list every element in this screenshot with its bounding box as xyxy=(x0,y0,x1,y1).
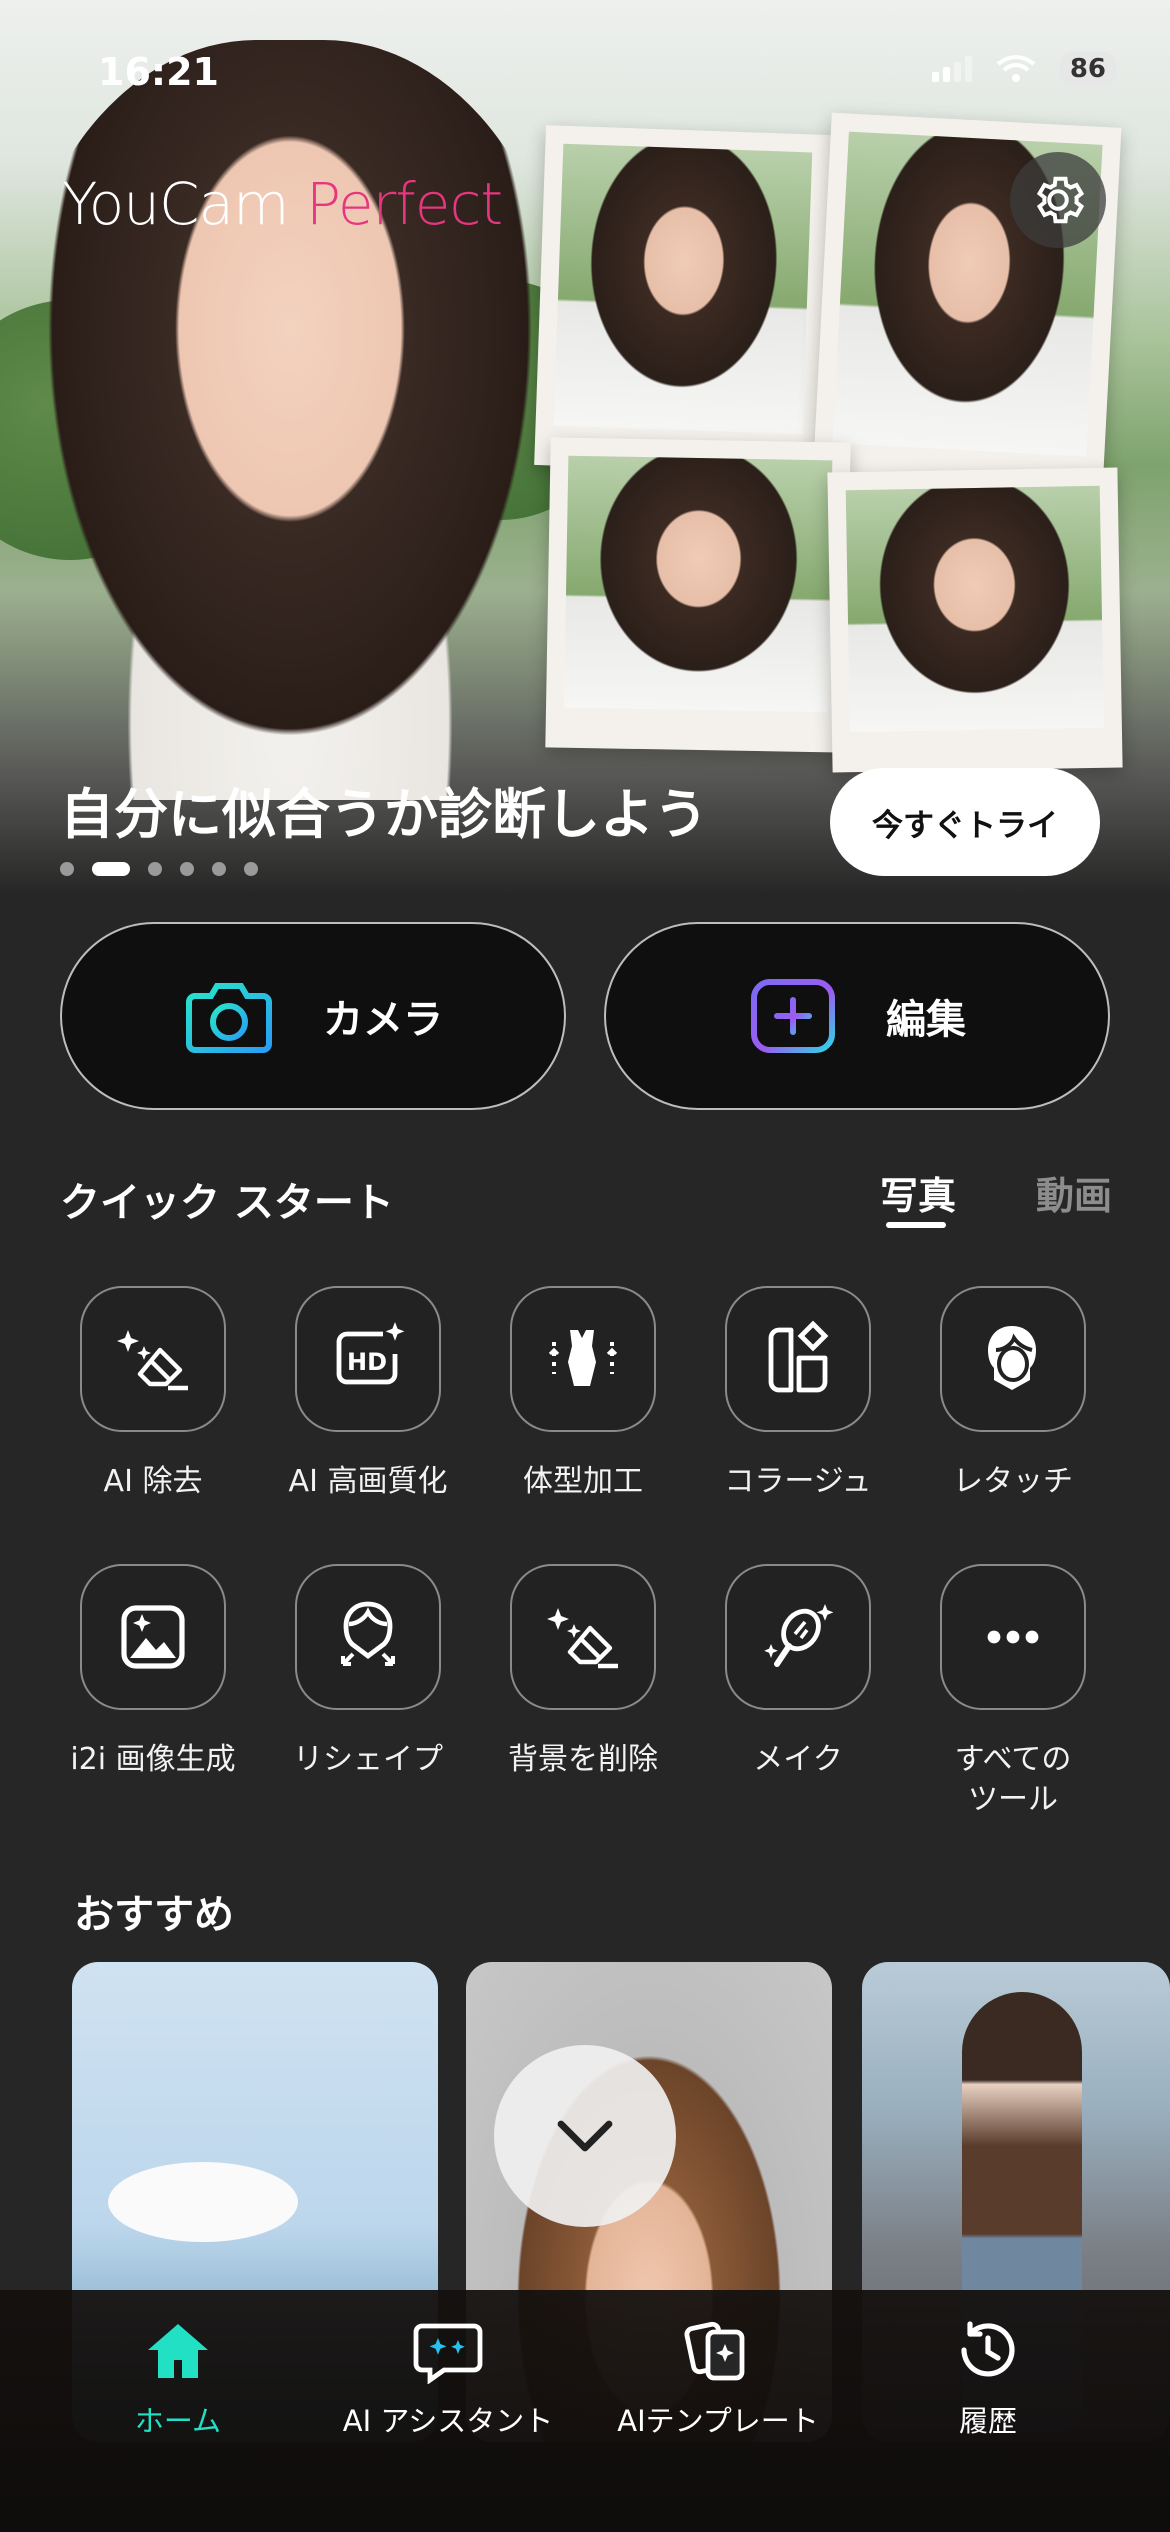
quick-start-title: クイック スタート xyxy=(60,1180,394,1226)
chevron-down-icon xyxy=(557,2120,613,2152)
scroll-down-button[interactable] xyxy=(494,2045,676,2227)
signal-icon xyxy=(931,56,972,82)
edit-label: 編集 xyxy=(886,997,966,1043)
nav-ai-template[interactable]: AIテンプレート xyxy=(588,2318,848,2440)
carousel-indicator[interactable] xyxy=(60,862,258,876)
tab-video[interactable]: 動画 xyxy=(1036,1165,1112,1220)
tool-label: i2i 画像生成 xyxy=(70,1742,236,1777)
body-shape-icon xyxy=(548,1330,618,1386)
tool-label: メイク xyxy=(753,1742,843,1777)
tool-ai-enhance[interactable]: HD AI 高画質化 xyxy=(268,1286,468,1502)
hero-banner[interactable]: YouCam Perfect xyxy=(0,0,1170,895)
tool-label: レタッチ xyxy=(953,1464,1073,1499)
add-edit-icon xyxy=(751,979,835,1053)
tool-ai-remove[interactable]: AI 除去 xyxy=(53,1286,253,1502)
hairstyle-photo-1 xyxy=(534,125,831,475)
tool-collage[interactable]: コラージュ xyxy=(698,1286,898,1502)
collage-icon xyxy=(768,1320,829,1393)
hd-enhance-icon: HD xyxy=(336,1322,405,1385)
carousel-dot[interactable] xyxy=(212,862,226,876)
tool-label: 体型加工 xyxy=(523,1464,643,1499)
nav-label: ホーム xyxy=(134,2404,222,2438)
app-logo: YouCam Perfect xyxy=(62,170,503,238)
tool-label: AI 高画質化 xyxy=(288,1464,448,1499)
recommended-title: おすすめ xyxy=(74,1892,234,1938)
history-icon xyxy=(961,2321,1015,2377)
more-dots-icon xyxy=(987,1630,1039,1644)
settings-button[interactable] xyxy=(1010,152,1106,248)
tool-retouch[interactable]: レタッチ xyxy=(913,1286,1113,1502)
gear-icon xyxy=(1036,176,1085,224)
tool-makeup[interactable]: メイク xyxy=(698,1564,898,1780)
wifi-icon xyxy=(996,55,1036,82)
nav-label: AIテンプレート xyxy=(617,2404,819,2438)
camera-icon xyxy=(186,983,272,1053)
status-time: 16:21 xyxy=(98,50,219,94)
carousel-dot[interactable] xyxy=(148,862,162,876)
carousel-dot[interactable] xyxy=(180,862,194,876)
tool-label: すべての ツール xyxy=(954,1742,1072,1817)
camera-label: カメラ xyxy=(323,997,443,1043)
carousel-dot-active[interactable] xyxy=(92,862,130,876)
carousel-dot[interactable] xyxy=(60,862,74,876)
tool-label: 背景を削除 xyxy=(508,1742,658,1777)
tool-i2i-generate[interactable]: i2i 画像生成 xyxy=(53,1564,253,1780)
hero-model-photo xyxy=(10,40,570,800)
carousel-dot[interactable] xyxy=(244,862,258,876)
hairstyle-photo-3 xyxy=(545,437,851,753)
home-icon xyxy=(148,2324,208,2378)
ai-assistant-icon xyxy=(413,2323,483,2384)
nav-ai-assistant[interactable]: AI アシスタント xyxy=(318,2318,578,2440)
nav-home[interactable]: ホーム xyxy=(48,2318,308,2440)
reshape-icon xyxy=(341,1601,395,1666)
ai-eraser-icon xyxy=(117,1330,188,1391)
makeup-mirror-icon xyxy=(764,1604,834,1667)
tool-label: AI 除去 xyxy=(103,1464,203,1499)
camera-button[interactable]: カメラ xyxy=(60,922,566,1110)
try-now-button[interactable]: 今すぐトライ xyxy=(830,768,1100,876)
tool-body-shape[interactable]: 体型加工 xyxy=(483,1286,683,1502)
retouch-face-icon xyxy=(988,1326,1036,1390)
hero-title: 自分に似合うか診断しよう xyxy=(60,783,708,846)
nav-label: 履歴 xyxy=(958,2404,1017,2438)
image-generate-icon xyxy=(121,1605,185,1669)
tool-reshape[interactable]: リシェイプ xyxy=(268,1564,468,1780)
ai-template-icon xyxy=(684,2321,745,2381)
hairstyle-photo-4 xyxy=(827,467,1123,773)
nav-label: AI アシスタント xyxy=(342,2404,554,2438)
hat-shape xyxy=(108,2162,298,2242)
remove-background-icon xyxy=(547,1608,618,1669)
svg-text:HD: HD xyxy=(347,1348,387,1376)
battery-indicator: 86 xyxy=(1059,52,1116,86)
edit-button[interactable]: 編集 xyxy=(604,922,1110,1110)
active-tab-indicator xyxy=(886,1222,946,1228)
status-icons: 86 xyxy=(931,52,1116,86)
nav-history[interactable]: 履歴 xyxy=(858,2318,1118,2440)
tool-all-tools[interactable]: すべての ツール xyxy=(913,1564,1113,1820)
tool-label: コラージュ xyxy=(724,1464,872,1499)
tab-photo[interactable]: 写真 xyxy=(880,1165,956,1220)
tool-remove-background[interactable]: 背景を削除 xyxy=(483,1564,683,1780)
tool-label: リシェイプ xyxy=(293,1742,443,1777)
